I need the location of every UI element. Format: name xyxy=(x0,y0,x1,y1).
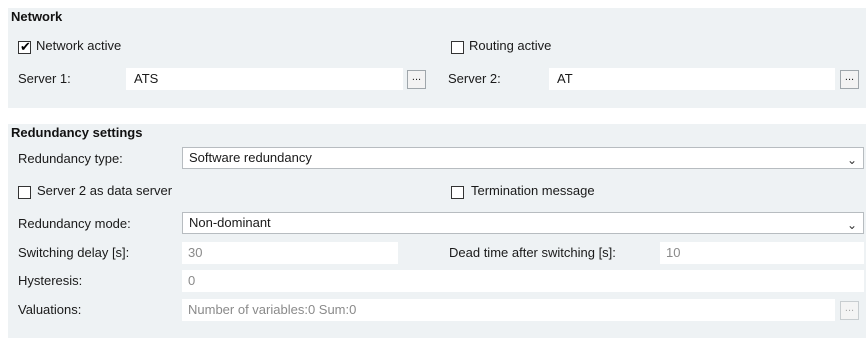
redundancy-group: Redundancy settings Redundancy type: Sof… xyxy=(8,124,866,338)
server2-browse-button[interactable]: ... xyxy=(840,70,859,89)
check-icon: ✔ xyxy=(20,39,31,54)
routing-active-checkbox[interactable] xyxy=(451,41,464,54)
server2-data-server-checkbox[interactable] xyxy=(18,186,31,199)
redundancy-type-select[interactable]: Software redundancy ⌄ xyxy=(182,147,864,169)
routing-active-label[interactable]: Routing active xyxy=(469,38,551,53)
redundancy-title: Redundancy settings xyxy=(11,125,143,140)
server1-input[interactable]: ATS xyxy=(126,68,403,90)
network-title: Network xyxy=(11,9,63,24)
server2-label: Server 2: xyxy=(448,71,501,86)
network-active-checkbox[interactable]: ✔ xyxy=(18,39,31,54)
server2-data-server-label[interactable]: Server 2 as data server xyxy=(37,183,172,198)
valuations-input[interactable]: Number of variables:0 Sum:0 xyxy=(182,299,835,321)
valuations-label: Valuations: xyxy=(18,302,82,317)
dead-time-label: Dead time after switching [s]: xyxy=(449,245,616,260)
valuations-browse-button[interactable]: ... xyxy=(840,301,859,320)
hysteresis-input[interactable]: 0 xyxy=(182,270,864,292)
network-active-label[interactable]: Network active xyxy=(36,38,121,53)
server1-browse-button[interactable]: ... xyxy=(407,70,426,89)
termination-message-label[interactable]: Termination message xyxy=(471,183,595,198)
redundancy-mode-label: Redundancy mode: xyxy=(18,216,131,231)
hysteresis-label: Hysteresis: xyxy=(18,273,83,288)
chevron-down-icon[interactable]: ⌄ xyxy=(847,215,857,233)
redundancy-mode-select[interactable]: Non-dominant ⌄ xyxy=(182,212,864,234)
chevron-down-icon[interactable]: ⌄ xyxy=(847,150,857,168)
termination-message-checkbox[interactable] xyxy=(451,186,464,199)
switching-delay-label: Switching delay [s]: xyxy=(18,245,130,260)
server1-label: Server 1: xyxy=(18,71,71,86)
server2-input[interactable]: AT xyxy=(549,68,835,90)
redundancy-type-label: Redundancy type: xyxy=(18,151,123,166)
network-group: Network ✔ Network active Routing active … xyxy=(8,8,866,108)
redundancy-mode-value: Non-dominant xyxy=(189,215,271,230)
redundancy-type-value: Software redundancy xyxy=(189,150,312,165)
dead-time-input[interactable]: 10 xyxy=(660,242,864,264)
switching-delay-input[interactable]: 30 xyxy=(182,242,398,264)
